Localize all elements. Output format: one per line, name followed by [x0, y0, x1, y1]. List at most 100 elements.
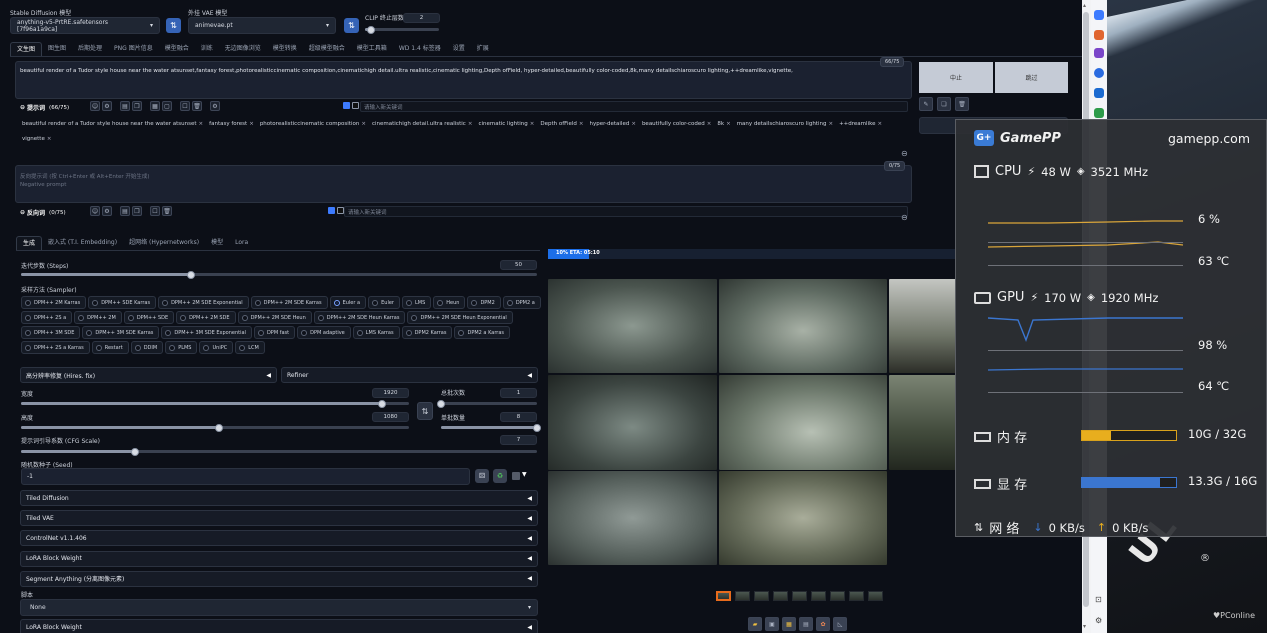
- extra-seed-checkbox[interactable]: [512, 472, 520, 480]
- sampler-option[interactable]: DPM++ 3M SDE Exponential: [161, 326, 252, 339]
- trash-icon[interactable]: 🗑: [162, 206, 172, 216]
- close-icon[interactable]: ×: [877, 121, 882, 127]
- clip-slider-knob[interactable]: [367, 25, 375, 34]
- tab-8[interactable]: 超级模型融合: [303, 42, 351, 56]
- checkbox-checked-icon[interactable]: [343, 102, 350, 109]
- close-icon[interactable]: ×: [579, 121, 584, 127]
- sampler-option[interactable]: DPM++ 2S a: [21, 311, 73, 324]
- save-icon[interactable]: ▣: [765, 617, 779, 631]
- swap-dimensions-button[interactable]: ⇅: [417, 402, 433, 420]
- zip-icon[interactable]: ▦: [782, 617, 796, 631]
- scroll-down-icon[interactable]: ▾: [1083, 623, 1086, 630]
- sampler-option[interactable]: DPM2: [467, 296, 501, 309]
- accordion-0[interactable]: Tiled Diffusion ◀: [20, 490, 538, 506]
- scroll-up-icon[interactable]: ▴: [1083, 2, 1086, 9]
- tab-2[interactable]: 后期处理: [72, 42, 108, 56]
- negative-keyword-input[interactable]: 请输入新关键词: [344, 206, 908, 217]
- radio-icon[interactable]: [333, 299, 340, 306]
- radio-icon[interactable]: [95, 344, 102, 351]
- tab-1[interactable]: 图生图: [42, 42, 72, 56]
- sampler-option[interactable]: DPM2 a Karras: [454, 326, 511, 339]
- refresh-model-button[interactable]: ⇅: [166, 18, 181, 33]
- sampler-option[interactable]: UniPC: [199, 341, 234, 354]
- thumbnail[interactable]: [811, 591, 826, 601]
- radio-icon[interactable]: [257, 329, 264, 336]
- sampler-option[interactable]: Euler: [368, 296, 400, 309]
- prompt-tag[interactable]: photorealisticcinematic composition ×: [260, 121, 366, 127]
- collapse-icon[interactable]: ⊖: [20, 209, 25, 216]
- preview-image-7[interactable]: [548, 471, 717, 565]
- tab-4[interactable]: 模型融合: [159, 42, 195, 56]
- radio-icon[interactable]: [471, 299, 478, 306]
- accordion-1[interactable]: Tiled VAE ◀: [20, 510, 538, 527]
- close-icon[interactable]: ×: [199, 121, 204, 127]
- grid-icon[interactable]: ▦: [150, 101, 160, 111]
- negative-keyword-toggle[interactable]: [328, 207, 344, 214]
- sampler-option[interactable]: DPM++ SDE Karras: [88, 296, 157, 309]
- subtab-3[interactable]: 模型: [205, 236, 229, 250]
- collapse-negative-icon[interactable]: ⊖: [901, 213, 908, 222]
- tab-3[interactable]: PNG 图片信息: [108, 42, 159, 56]
- lora-block-weight-accordion-2[interactable]: LoRA Block Weight ◀: [20, 619, 538, 633]
- steps-slider-knob[interactable]: [187, 270, 196, 279]
- sampler-option[interactable]: DPM++ 3M SDE: [21, 326, 81, 339]
- preview-image-2[interactable]: [719, 279, 887, 373]
- radio-icon[interactable]: [356, 329, 363, 336]
- radio-icon[interactable]: [437, 299, 444, 306]
- batch-count-slider[interactable]: [437, 399, 537, 408]
- close-icon[interactable]: ×: [468, 121, 473, 127]
- sampler-option[interactable]: Restart: [91, 341, 129, 354]
- sampler-option[interactable]: DPM++ 2M SDE Heun Karras: [313, 311, 406, 324]
- batch-size-slider-knob[interactable]: [533, 423, 541, 432]
- sampler-option[interactable]: DPM fast: [253, 326, 296, 339]
- close-icon[interactable]: ×: [828, 121, 833, 127]
- batch-count-value[interactable]: 1: [500, 388, 537, 398]
- checkbox-empty-icon[interactable]: [352, 102, 359, 109]
- tab-6[interactable]: 无边图像浏览: [219, 42, 267, 56]
- thumbnail[interactable]: [735, 591, 750, 601]
- sampler-option[interactable]: DPM++ 2M SDE Heun Exponential: [407, 311, 513, 324]
- gear-icon[interactable]: ⚙: [210, 101, 220, 111]
- interrupt-button[interactable]: 中止: [919, 62, 993, 93]
- prompt-tag[interactable]: fantasy forest ×: [209, 121, 254, 127]
- radio-icon[interactable]: [239, 344, 246, 351]
- radio-icon[interactable]: [25, 299, 31, 306]
- thumbnail[interactable]: [868, 591, 883, 601]
- radio-icon[interactable]: [411, 314, 418, 321]
- sampler-option[interactable]: PLMS: [165, 341, 198, 354]
- steps-slider[interactable]: [21, 270, 537, 279]
- gear-icon[interactable]: ⚙: [1095, 616, 1102, 625]
- width-value[interactable]: 1920: [372, 388, 409, 398]
- palette-icon[interactable]: ✿: [816, 617, 830, 631]
- thumbnail[interactable]: [792, 591, 807, 601]
- ruler-icon[interactable]: ◺: [833, 617, 847, 631]
- prompt-tag[interactable]: hyper-detailed ×: [589, 121, 635, 127]
- radio-icon[interactable]: [165, 329, 172, 336]
- radio-icon[interactable]: [254, 299, 261, 306]
- subtab-1[interactable]: 嵌入式 (T.I. Embedding): [42, 236, 123, 250]
- prompt-keyword-input[interactable]: 请输入新关键词: [360, 101, 908, 112]
- accordion-3[interactable]: LoRA Block Weight ◀: [20, 550, 538, 567]
- sampler-option[interactable]: DPM2 a: [502, 296, 541, 309]
- radio-icon[interactable]: [203, 344, 210, 351]
- radio-icon[interactable]: [25, 344, 31, 351]
- settings-icon[interactable]: ⚙: [102, 206, 112, 216]
- prompt-tag[interactable]: cinematichigh detail.ultra realistic ×: [372, 121, 473, 127]
- image-icon[interactable]: ▤: [799, 617, 813, 631]
- reuse-seed-button[interactable]: ♻: [493, 469, 507, 483]
- prompt-tag[interactable]: many detailschiaroscuro lighting ×: [737, 121, 833, 127]
- prompt-tag[interactable]: beautiful render of a Tudor style house …: [22, 121, 203, 127]
- width-slider[interactable]: [21, 399, 409, 408]
- radio-icon[interactable]: [317, 314, 324, 321]
- sd-model-select[interactable]: anything-v5-PrtRE.safetensors [7f96a1a9c…: [10, 17, 160, 34]
- sampler-option[interactable]: DPM adaptive: [297, 326, 351, 339]
- toolbox-icon[interactable]: [1094, 30, 1104, 40]
- preview-image-6[interactable]: [889, 375, 956, 470]
- subtab-2[interactable]: 超网络 (Hypernetworks): [123, 236, 205, 250]
- thumbnail[interactable]: [773, 591, 788, 601]
- cfg-slider-knob[interactable]: [130, 447, 139, 456]
- trash-icon[interactable]: 🗑: [192, 101, 202, 111]
- tab-7[interactable]: 模型转换: [267, 42, 303, 56]
- prompt-tag[interactable]: vignette ×: [22, 136, 51, 142]
- radio-icon[interactable]: [169, 344, 176, 351]
